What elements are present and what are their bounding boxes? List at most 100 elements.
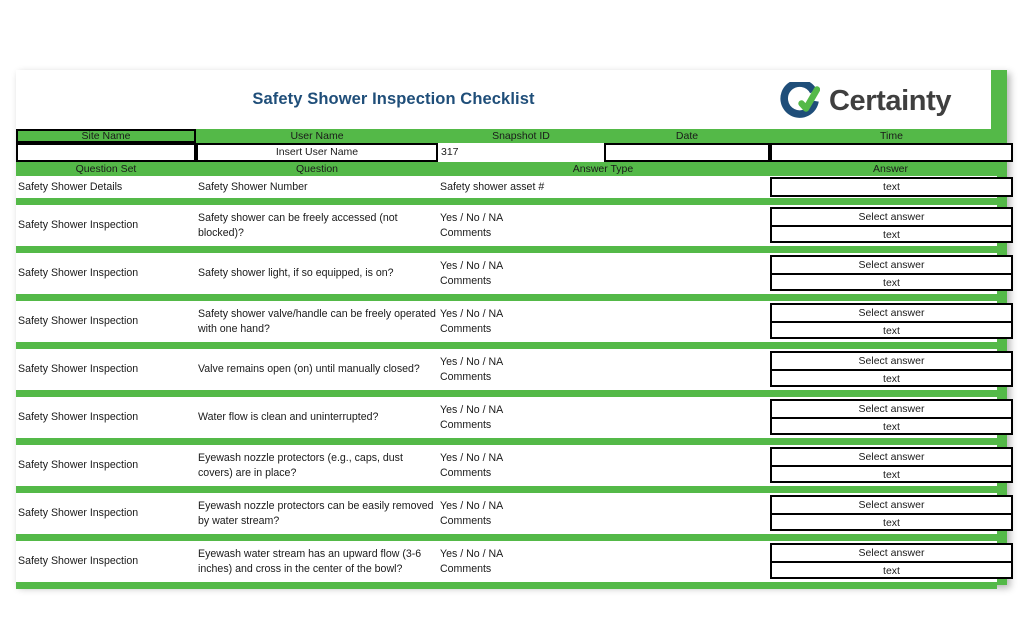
answer-type-line: Yes / No / NA — [440, 259, 504, 272]
row-separator — [16, 294, 997, 301]
column-header-answer: Answer — [872, 163, 908, 175]
table-header-row: Question Set Question Answer Type Answer — [16, 162, 997, 176]
answer-select[interactable]: Select answer — [772, 401, 1011, 417]
row-separator — [16, 246, 997, 253]
cell-question: Eyewash nozzle protectors (e.g., caps, d… — [198, 451, 403, 479]
time-input[interactable] — [770, 143, 1013, 162]
answer-type-line: Yes / No / NA — [440, 355, 504, 368]
user-name-input[interactable]: Insert User Name — [196, 143, 438, 162]
answer-type-line: Comments — [440, 562, 492, 575]
answer-comments-input[interactable]: text — [772, 369, 1011, 385]
certainty-logo: Certainty — [780, 81, 985, 121]
answer-select[interactable]: Select answer — [772, 545, 1011, 561]
cell-question-set: Safety Shower Details — [18, 180, 123, 193]
answer-control-group: Select answer text — [770, 447, 1013, 483]
cell-question-set: Safety Shower Inspection — [18, 267, 139, 279]
row-separator — [16, 534, 997, 541]
answer-select[interactable]: Select answer — [772, 353, 1011, 369]
answer-select[interactable]: Select answer — [772, 305, 1011, 321]
certainty-logo-wordmark: Certainty — [829, 84, 952, 117]
cell-question: Safety shower valve/handle can be freely… — [198, 307, 436, 335]
answer-control-group: Select answer text — [770, 351, 1013, 387]
cell-question-set: Safety Shower Inspection — [18, 315, 139, 327]
cell-answer-type: Yes / No / NA Comments — [440, 205, 760, 246]
cell-answer-type: Yes / No / NA Comments — [440, 301, 760, 342]
answer-type-line: Comments — [440, 418, 492, 431]
answer-type-line: Comments — [440, 514, 492, 527]
cell-question: Eyewash water stream has an upward flow … — [198, 547, 422, 575]
column-header-answer-type: Answer Type — [572, 163, 634, 175]
snapshot-id-input[interactable]: 317 — [438, 143, 604, 162]
cell-answer-type: Yes / No / NA Comments — [440, 493, 760, 534]
cell-question: Safety shower can be freely accessed (no… — [198, 211, 398, 239]
cell-question-set: Safety Shower Inspection — [18, 363, 139, 375]
answer-control-group: Select answer text — [770, 303, 1013, 339]
cell-question-set: Safety Shower Inspection — [18, 219, 139, 231]
title-bar: Safety Shower Inspection Checklist Certa… — [16, 70, 991, 129]
answer-comments-input[interactable]: text — [772, 273, 1011, 289]
cell-answer-type: Yes / No / NA Comments — [440, 397, 760, 438]
cell-question: Valve remains open (on) until manually c… — [198, 363, 420, 375]
meta-header-row: Site Name User Name Snapshot ID Date Time — [16, 129, 997, 143]
answer-control-group: Select answer text — [770, 399, 1013, 435]
cell-question: Water flow is clean and uninterrupted? — [198, 411, 379, 423]
answer-select[interactable]: Select answer — [772, 497, 1011, 513]
answer-type-line: Yes / No / NA — [440, 451, 504, 464]
meta-header-time: Time — [880, 130, 903, 142]
meta-header-snapshot-id: Snapshot ID — [492, 130, 550, 142]
cell-question-set: Safety Shower Inspection — [18, 555, 139, 567]
page-title: Safety Shower Inspection Checklist — [252, 90, 535, 108]
cell-answer-type: Yes / No / NA Comments — [440, 541, 760, 582]
column-header-question-set: Question Set — [75, 163, 137, 175]
meta-header-user-name: User Name — [290, 130, 344, 142]
answer-select[interactable]: Select answer — [772, 209, 1011, 225]
cell-question: Eyewash nozzle protectors can be easily … — [198, 499, 434, 527]
answer-type-line: Comments — [440, 274, 492, 287]
answer-type-line: Safety shower asset # — [440, 180, 545, 193]
answer-type-line: Comments — [440, 466, 492, 479]
meta-header-site-name: Site Name — [16, 129, 196, 143]
row-separator — [16, 198, 997, 205]
answer-select[interactable]: Select answer — [772, 257, 1011, 273]
cell-question-set: Safety Shower Inspection — [18, 507, 139, 519]
cell-answer-type: Yes / No / NA Comments — [440, 253, 760, 294]
answer-comments-input[interactable]: text — [772, 561, 1011, 577]
answer-control-group: Select answer text — [770, 255, 1013, 291]
answer-comments-input[interactable]: text — [772, 465, 1011, 481]
answer-type-line: Comments — [440, 370, 492, 383]
checklist-sheet: Safety Shower Inspection Checklist Certa… — [16, 70, 1013, 589]
cell-answer-type: Safety shower asset # — [440, 176, 760, 198]
column-header-question: Question — [295, 163, 339, 175]
certainty-logo-mark — [780, 82, 820, 118]
answer-type-line: Yes / No / NA — [440, 211, 504, 224]
row-separator — [16, 582, 997, 589]
meta-value-row: Insert User Name 317 — [16, 143, 1013, 162]
row-separator — [16, 486, 997, 493]
answer-type-line: Comments — [440, 226, 492, 239]
answer-type-line: Yes / No / NA — [440, 307, 504, 320]
screenshot-root: Safety Shower Inspection Checklist Certa… — [0, 0, 1024, 640]
cell-question: Safety Shower Number — [198, 180, 308, 193]
cell-question-set: Safety Shower Inspection — [18, 411, 139, 423]
meta-header-date: Date — [675, 130, 699, 142]
answer-comments-input[interactable]: text — [772, 225, 1011, 241]
row-separator — [16, 438, 997, 445]
answer-select[interactable]: Select answer — [772, 449, 1011, 465]
site-name-input[interactable] — [16, 143, 196, 162]
row-separator — [16, 342, 997, 349]
answer-type-line: Yes / No / NA — [440, 499, 504, 512]
date-input[interactable] — [604, 143, 770, 162]
cell-question: Safety shower light, if so equipped, is … — [198, 267, 394, 279]
answer-type-line: Yes / No / NA — [440, 403, 504, 416]
answer-comments-input[interactable]: text — [772, 417, 1011, 433]
answer-control-group: text — [770, 177, 1013, 197]
answer-control-group: Select answer text — [770, 207, 1013, 243]
cell-answer-type: Yes / No / NA Comments — [440, 445, 760, 486]
answer-control-group: Select answer text — [770, 495, 1013, 531]
answer-text-input[interactable]: text — [772, 179, 1011, 195]
answer-comments-input[interactable]: text — [772, 513, 1011, 529]
cell-answer-type: Yes / No / NA Comments — [440, 349, 760, 390]
row-separator — [16, 390, 997, 397]
cell-question-set: Safety Shower Inspection — [18, 459, 139, 471]
answer-comments-input[interactable]: text — [772, 321, 1011, 337]
